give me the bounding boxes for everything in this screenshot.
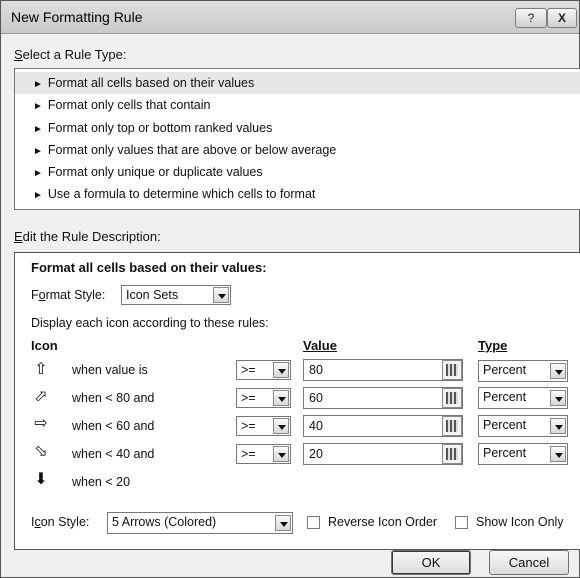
- display-rules-text: Display each icon according to these rul…: [31, 316, 269, 330]
- range-select-icon[interactable]: [442, 416, 462, 436]
- type-column-header: Type: [478, 338, 508, 353]
- ok-button[interactable]: OK: [391, 550, 471, 575]
- chevron-down-icon[interactable]: [213, 287, 229, 303]
- chevron-down-icon[interactable]: [550, 363, 566, 379]
- rule-type-item[interactable]: ► Format only top or bottom ranked values: [15, 117, 580, 139]
- range-select-icon[interactable]: [442, 360, 462, 380]
- type-select[interactable]: Percent: [478, 415, 568, 437]
- value-column-header: Value: [303, 338, 337, 353]
- format-style-select[interactable]: Icon Sets: [121, 285, 231, 305]
- operator-select[interactable]: >=: [236, 388, 291, 408]
- dialog-title: New Formatting Rule: [11, 9, 143, 25]
- chevron-down-icon[interactable]: [273, 362, 289, 378]
- type-select[interactable]: Percent: [478, 443, 568, 465]
- range-select-icon[interactable]: [442, 388, 462, 408]
- rule-type-item[interactable]: ► Format only values that are above or be…: [15, 139, 580, 161]
- type-select[interactable]: Percent: [478, 387, 568, 409]
- rule-type-item[interactable]: ► Format only unique or duplicate values: [15, 161, 580, 183]
- rule-marker-icon: ►: [33, 146, 43, 157]
- icon-column-header: Icon: [31, 338, 58, 353]
- down-right-arrow-icon[interactable]: ⬂: [33, 443, 49, 461]
- operator-select[interactable]: >=: [236, 444, 291, 464]
- rule-description-panel: Format all cells based on their values: …: [14, 252, 580, 550]
- up-arrow-icon[interactable]: ⇧: [33, 361, 49, 379]
- operator-select[interactable]: >=: [236, 416, 291, 436]
- chevron-down-icon[interactable]: [273, 418, 289, 434]
- show-icon-only-checkbox[interactable]: [455, 516, 468, 529]
- condition-label: when < 20: [72, 475, 131, 489]
- rule-type-item[interactable]: ► Use a formula to determine which cells …: [15, 183, 580, 205]
- rule-marker-icon: ►: [33, 124, 43, 135]
- description-title: Format all cells based on their values:: [31, 260, 267, 275]
- chevron-down-icon[interactable]: [550, 418, 566, 434]
- condition-label: when value is: [72, 363, 148, 377]
- chevron-down-icon[interactable]: [550, 390, 566, 406]
- icon-style-label: Icon Style:: [31, 515, 90, 529]
- chevron-down-icon[interactable]: [273, 446, 289, 462]
- value-input[interactable]: 60: [303, 387, 463, 409]
- edit-rule-description-label: Edit the Rule Description:: [14, 229, 161, 244]
- show-icon-only-label[interactable]: Show Icon Only: [476, 515, 564, 529]
- rule-type-list[interactable]: ► Format all cells based on their values …: [14, 68, 580, 210]
- close-button[interactable]: X: [547, 8, 577, 28]
- chevron-down-icon[interactable]: [275, 515, 291, 531]
- rule-marker-icon: ►: [33, 101, 43, 112]
- value-input[interactable]: 20: [303, 443, 463, 465]
- operator-select[interactable]: >=: [236, 360, 291, 380]
- value-input[interactable]: 40: [303, 415, 463, 437]
- condition-label: when < 40 and: [72, 447, 155, 461]
- down-arrow-icon[interactable]: ⬇: [33, 471, 49, 489]
- reverse-icon-order-label[interactable]: Reverse Icon Order: [328, 515, 437, 529]
- select-rule-type-label: Select a Rule Type:: [14, 47, 127, 62]
- rule-type-item[interactable]: ► Format only cells that contain: [15, 94, 580, 116]
- title-bar: New Formatting Rule ? X: [1, 1, 579, 34]
- up-right-arrow-icon[interactable]: ⬀: [33, 388, 49, 406]
- chevron-down-icon[interactable]: [273, 390, 289, 406]
- right-arrow-icon[interactable]: ⇨: [33, 415, 49, 433]
- rule-type-item[interactable]: ► Format all cells based on their values: [15, 72, 580, 94]
- condition-label: when < 60 and: [72, 419, 155, 433]
- type-select[interactable]: Percent: [478, 360, 568, 382]
- condition-label: when < 80 and: [72, 391, 155, 405]
- new-formatting-rule-dialog: New Formatting Rule ? X Select a Rule Ty…: [0, 0, 580, 578]
- rule-marker-icon: ►: [33, 168, 43, 179]
- rule-marker-icon: ►: [33, 190, 43, 201]
- range-select-icon[interactable]: [442, 444, 462, 464]
- chevron-down-icon[interactable]: [550, 446, 566, 462]
- value-input[interactable]: 80: [303, 359, 463, 381]
- reverse-icon-order-checkbox[interactable]: [307, 516, 320, 529]
- rule-marker-icon: ►: [33, 79, 43, 90]
- icon-style-select[interactable]: 5 Arrows (Colored): [107, 512, 293, 534]
- cancel-button[interactable]: Cancel: [489, 550, 569, 575]
- help-button[interactable]: ?: [515, 8, 547, 28]
- format-style-label: Format Style:: [31, 288, 106, 302]
